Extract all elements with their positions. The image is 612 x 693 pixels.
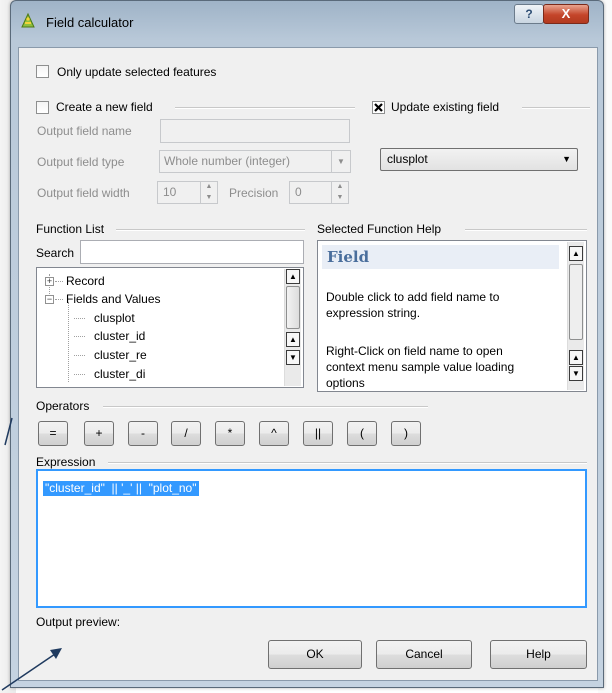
output-preview-label: Output preview:: [36, 615, 121, 629]
output-field-width-spinbox[interactable]: 10 ▲ ▼: [157, 181, 218, 204]
only-update-selected-label: Only update selected features: [57, 65, 217, 79]
operator-divide-button[interactable]: /: [171, 421, 201, 446]
tree-line: [74, 318, 85, 319]
operator-plus-button[interactable]: +: [84, 421, 114, 446]
function-help-label: Selected Function Help: [317, 222, 442, 236]
output-field-type-label: Output field type: [37, 155, 125, 169]
existing-field-select[interactable]: clusplot ▼: [380, 148, 578, 171]
create-new-field-label: Create a new field: [56, 100, 153, 114]
existing-field-value: clusplot: [387, 152, 428, 166]
tree-line: [74, 374, 85, 375]
expression-text: "cluster_id" || '_' || "plot_no": [43, 481, 199, 496]
tree-item-field[interactable]: clusplot: [94, 311, 135, 325]
tree-item-field[interactable]: cluster_id: [94, 329, 145, 343]
spin-arrows-icon: ▲ ▼: [200, 182, 217, 203]
operators-label: Operators: [36, 399, 90, 413]
tree-item-fields-and-values[interactable]: Fields and Values: [66, 292, 161, 306]
help-button[interactable]: Help: [490, 640, 587, 669]
function-tree[interactable]: + Record − Fields and Values clusplot cl…: [36, 267, 304, 388]
operator-equals-button[interactable]: =: [38, 421, 68, 446]
tree-line: [68, 302, 69, 382]
scroll-down-icon[interactable]: ▼: [286, 350, 300, 365]
ok-button[interactable]: OK: [268, 640, 362, 669]
precision-spinbox[interactable]: 0 ▲ ▼: [289, 181, 349, 204]
groupbox-divider: [522, 107, 590, 109]
chevron-down-icon: ▼: [562, 154, 571, 164]
spin-arrows-icon: ▲ ▼: [331, 182, 348, 203]
function-tree-scrollbar[interactable]: ▲ ▲ ▼: [284, 269, 301, 386]
help-paragraph-2-line-1: Right-Click on field name to open: [326, 344, 503, 358]
groupbox-divider: [175, 107, 355, 109]
chevron-down-icon: ▼: [331, 151, 350, 172]
help-heading: Field: [327, 248, 370, 266]
output-field-name-input[interactable]: [160, 119, 350, 143]
groupbox-divider: [103, 406, 428, 408]
function-search-input[interactable]: [80, 240, 304, 264]
operator-minus-button[interactable]: -: [128, 421, 158, 446]
help-scrollbar[interactable]: ▲ ▲ ▼: [567, 242, 584, 390]
output-field-width-value: 10: [163, 185, 177, 199]
operator-multiply-button[interactable]: *: [215, 421, 245, 446]
scrollbar-thumb[interactable]: [569, 264, 583, 340]
function-help-panel: Field Double click to add field name to …: [317, 240, 587, 392]
scroll-up-icon[interactable]: ▲: [569, 246, 583, 261]
scroll-up-icon[interactable]: ▲: [286, 332, 300, 347]
operator-concat-button[interactable]: ||: [303, 421, 333, 446]
tree-line: [55, 299, 63, 300]
help-paragraph-2-line-2: context menu sample value loading: [326, 360, 515, 374]
expand-plus-icon[interactable]: +: [45, 277, 54, 286]
tree-item-field[interactable]: cluster_di: [94, 367, 145, 381]
scroll-down-icon[interactable]: ▼: [569, 366, 583, 381]
output-field-name-label: Output field name: [37, 124, 132, 138]
checkmark-icon: [374, 103, 383, 112]
output-field-type-value: Whole number (integer): [164, 154, 291, 168]
update-existing-field-checkbox[interactable]: [372, 101, 385, 114]
cancel-button[interactable]: Cancel: [376, 640, 472, 669]
tree-item-record[interactable]: Record: [66, 274, 105, 288]
create-new-field-checkbox[interactable]: [36, 101, 49, 114]
help-paragraph-2-line-3: options: [326, 376, 365, 390]
scroll-up-icon[interactable]: ▲: [286, 269, 300, 284]
expression-editor[interactable]: "cluster_id" || '_' || "plot_no": [36, 469, 587, 608]
update-existing-field-label: Update existing field: [391, 100, 500, 114]
tree-line: [74, 355, 85, 356]
help-paragraph-1: Double click to add field name to expres…: [326, 290, 500, 320]
precision-label: Precision: [229, 186, 279, 200]
tree-line: [55, 281, 63, 282]
tree-line: [74, 336, 85, 337]
output-field-type-select[interactable]: Whole number (integer) ▼: [159, 150, 351, 173]
operator-power-button[interactable]: ^: [259, 421, 289, 446]
expression-label: Expression: [36, 455, 96, 469]
window-title: Field calculator: [46, 15, 134, 30]
titlebar-help-button[interactable]: ?: [514, 4, 544, 24]
collapse-minus-icon[interactable]: −: [45, 295, 54, 304]
tree-item-field[interactable]: cluster_re: [94, 348, 147, 362]
function-list-label: Function List: [36, 222, 105, 236]
precision-value: 0: [295, 185, 302, 199]
operator-open-paren-button[interactable]: (: [347, 421, 377, 446]
groupbox-divider: [116, 229, 305, 231]
qgis-field-calculator-icon: [19, 12, 37, 30]
only-update-selected-checkbox[interactable]: [36, 65, 49, 78]
search-label: Search: [36, 246, 75, 260]
groupbox-divider: [108, 462, 587, 464]
output-field-width-label: Output field width: [37, 186, 130, 200]
close-button[interactable]: X: [543, 4, 589, 24]
operator-close-paren-button[interactable]: ): [391, 421, 421, 446]
groupbox-divider: [465, 229, 587, 231]
scrollbar-thumb[interactable]: [286, 286, 300, 329]
scroll-up-icon[interactable]: ▲: [569, 350, 583, 365]
